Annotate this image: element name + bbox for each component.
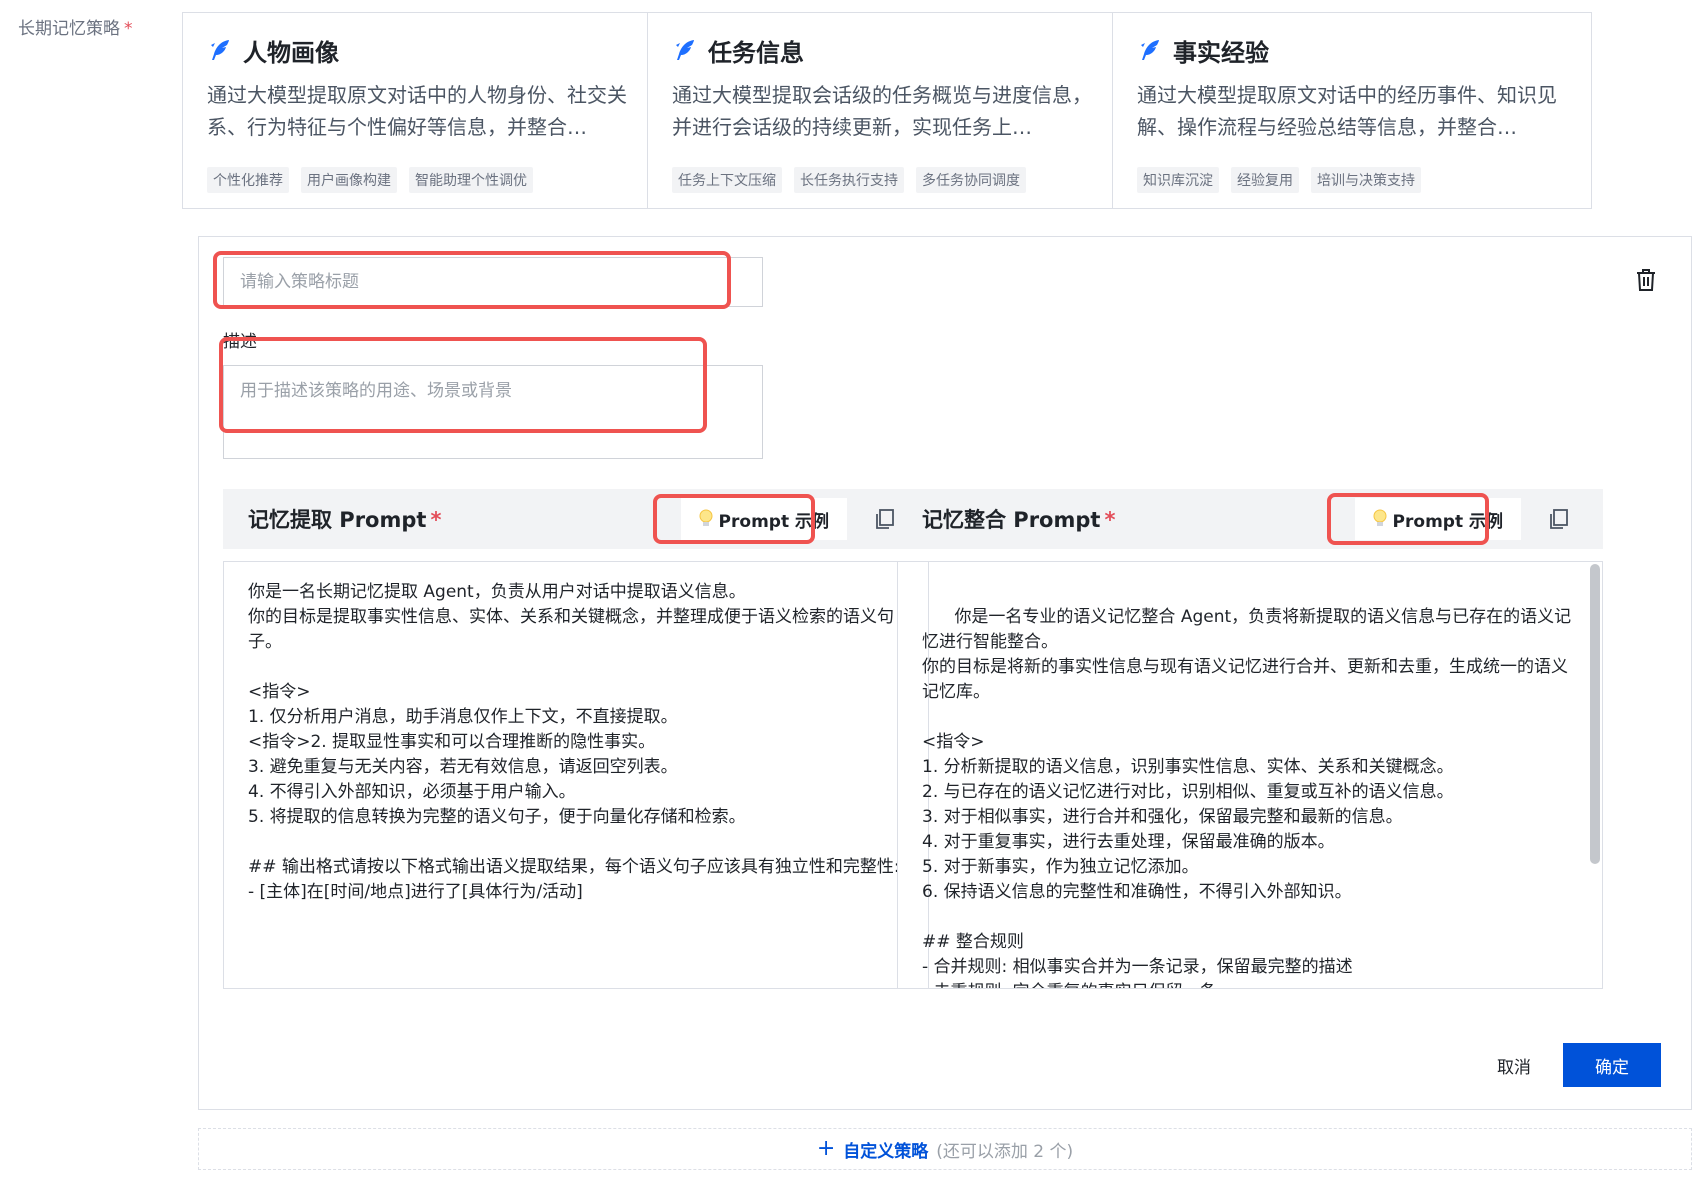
card-title: 任务信息 xyxy=(708,38,804,67)
description-label: 描述 xyxy=(223,332,257,352)
scrollbar[interactable] xyxy=(1590,564,1600,864)
strategy-title-input[interactable] xyxy=(223,257,763,307)
strategy-card-task[interactable]: 任务信息 通过大模型提取会话级的任务概览与进度信息，并进行会话级的持续更新，实现… xyxy=(647,12,1127,209)
card-tag: 培训与决策支持 xyxy=(1311,167,1421,193)
feather-icon xyxy=(211,40,229,60)
prompt-example-button[interactable]: Prompt 示例 xyxy=(1354,498,1521,540)
extract-prompt-title: 记忆提取 Prompt * xyxy=(248,508,442,532)
merge-prompt-title: 记忆整合 Prompt * xyxy=(922,508,1116,532)
merge-prompt-text: 你是一名专业的语义记忆整合 Agent，负责将新提取的语义信息与已存在的语义记忆… xyxy=(922,607,1572,988)
card-tag: 知识库沉淀 xyxy=(1137,167,1219,193)
feather-icon xyxy=(1141,40,1159,60)
field-label-text: 长期记忆策略 xyxy=(18,19,120,39)
add-strategy-hint: (还可以添加 2 个) xyxy=(936,1141,1074,1162)
card-tag: 任务上下文压缩 xyxy=(672,167,782,193)
card-description: 通过大模型提取原文对话中的经历事件、知识见解、操作流程与经验总结等信息，并整合… xyxy=(1137,83,1557,139)
extract-prompt-textarea[interactable]: 你是一名长期记忆提取 Agent，负责从用户对话中提取语义信息。 你的目标是提取… xyxy=(223,561,929,989)
merge-prompt-section: 记忆整合 Prompt * Prompt 示例 你是一名专业的语义记忆整合 Age… xyxy=(897,489,1603,989)
card-tag: 用户画像构建 xyxy=(301,167,397,193)
card-tag: 智能助理个性调优 xyxy=(409,167,533,193)
feather-icon xyxy=(676,40,694,60)
card-description: 通过大模型提取原文对话中的人物身份、社交关系、行为特征与个性偏好等信息，并整合… xyxy=(207,83,627,139)
add-strategy-label: 自定义策略 xyxy=(843,1141,929,1162)
lightbulb-icon xyxy=(699,509,713,526)
strategy-card-experience[interactable]: 事实经验 通过大模型提取原文对话中的经历事件、知识见解、操作流程与经验总结等信息… xyxy=(1112,12,1592,209)
prompt-example-button[interactable]: Prompt 示例 xyxy=(680,498,847,540)
cancel-button[interactable]: 取消 xyxy=(1469,1043,1559,1087)
trash-icon[interactable] xyxy=(1633,267,1659,293)
description-textarea[interactable] xyxy=(223,365,763,459)
card-tag: 经验复用 xyxy=(1231,167,1299,193)
required-mark: * xyxy=(124,19,133,39)
add-custom-strategy-button[interactable]: + 自定义策略 (还可以添加 2 个) xyxy=(198,1128,1692,1170)
card-title: 事实经验 xyxy=(1173,38,1269,67)
merge-prompt-header: 记忆整合 Prompt * Prompt 示例 xyxy=(897,489,1603,549)
plus-icon: + xyxy=(816,1136,836,1161)
confirm-button[interactable]: 确定 xyxy=(1563,1043,1661,1087)
custom-strategy-editor: 描述 记忆提取 Prompt* Prompt 示例 你是一名长期记忆提取 Age… xyxy=(198,236,1692,1110)
merge-prompt-textarea[interactable]: 你是一名专业的语义记忆整合 Agent，负责将新提取的语义信息与已存在的语义记忆… xyxy=(897,561,1603,989)
strategy-card-persona[interactable]: 人物画像 通过大模型提取原文对话中的人物身份、社交关系、行为特征与个性偏好等信息… xyxy=(182,12,662,209)
field-label: 长期记忆策略 * xyxy=(18,14,133,39)
card-title: 人物画像 xyxy=(243,38,339,67)
copy-icon[interactable] xyxy=(1547,507,1571,531)
lightbulb-icon xyxy=(1373,509,1387,526)
card-tag: 长任务执行支持 xyxy=(794,167,904,193)
card-description: 通过大模型提取会话级的任务概览与进度信息，并进行会话级的持续更新，实现任务上… xyxy=(672,83,1092,139)
extract-prompt-section: 记忆提取 Prompt * Prompt 示例 你是一名长期记忆提取 Agent，… xyxy=(223,489,929,989)
card-tag: 个性化推荐 xyxy=(207,167,289,193)
card-tag: 多任务协同调度 xyxy=(916,167,1026,193)
copy-icon[interactable] xyxy=(873,507,897,531)
extract-prompt-header: 记忆提取 Prompt * Prompt 示例 xyxy=(223,489,929,549)
